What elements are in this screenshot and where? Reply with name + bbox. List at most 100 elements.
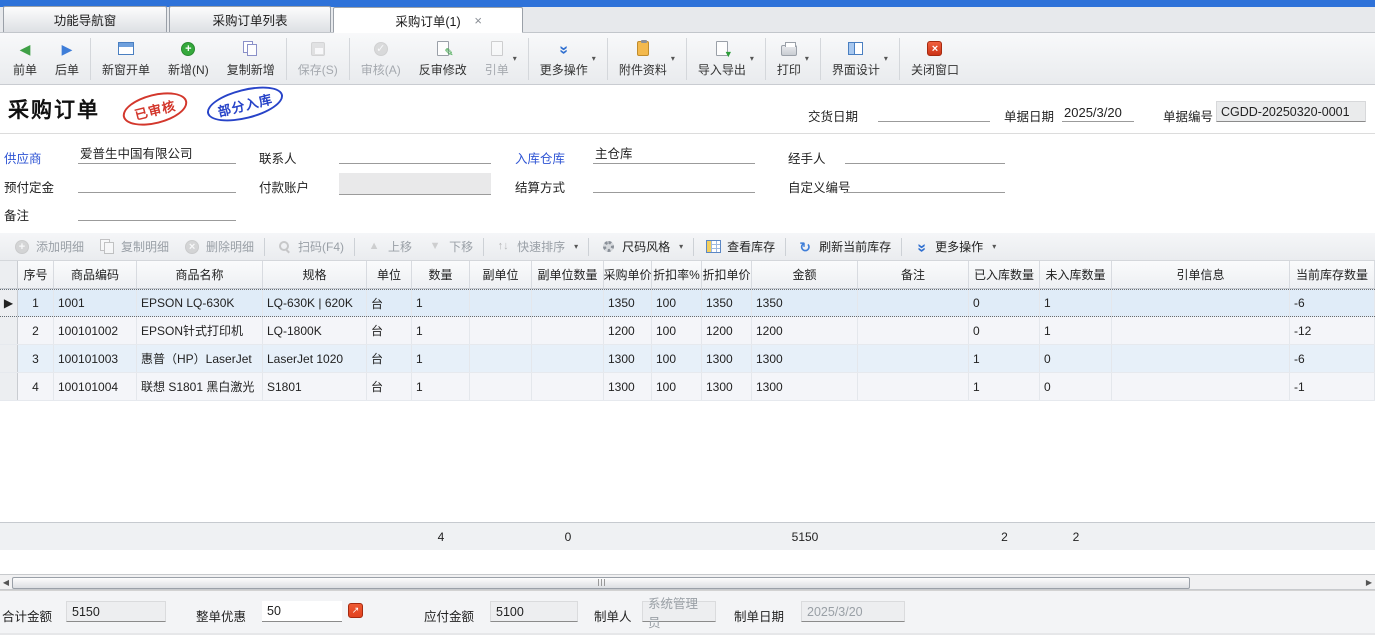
dropdown-caret-icon[interactable]: ▾ [574, 242, 578, 251]
column-header-discount_rate[interactable]: 折扣率% [652, 261, 702, 288]
supplier-input[interactable]: 爱普生中国有限公司 [78, 144, 236, 164]
table-row[interactable]: 2100101002EPSON针式打印机LQ-1800K台11200100120… [0, 317, 1375, 345]
current-row-marker[interactable]: ▶ [0, 290, 18, 316]
cell-qty[interactable]: 1 [412, 317, 470, 344]
move-up-button[interactable]: ▲上移 [358, 233, 419, 260]
settlement-input[interactable] [593, 173, 755, 193]
cell-stocked_qty[interactable]: 1 [969, 345, 1040, 372]
cell-price[interactable]: 1300 [604, 345, 652, 372]
cell-code[interactable]: 100101003 [54, 345, 137, 372]
column-header-unit[interactable]: 单位 [367, 261, 412, 288]
cell-subunit[interactable] [470, 317, 532, 344]
column-header-subunit_qty[interactable]: 副单位数量 [532, 261, 604, 288]
copy-add-button[interactable]: 复制新增 [218, 37, 284, 81]
column-header-seq[interactable]: 序号 [18, 261, 54, 288]
dropdown-caret-icon[interactable]: ▾ [805, 54, 809, 63]
cell-unit[interactable]: 台 [367, 290, 412, 316]
cell-discount_price[interactable]: 1300 [702, 373, 752, 400]
import-export-button[interactable]: ▼导入导出▾ [689, 37, 763, 81]
cell-unstocked_qty[interactable]: 0 [1040, 373, 1112, 400]
cell-price[interactable]: 1200 [604, 317, 652, 344]
cell-subunit_qty[interactable] [532, 317, 604, 344]
cell-spec[interactable]: LaserJet 1020 [263, 345, 367, 372]
handler-input[interactable] [845, 144, 1005, 164]
scrollbar-thumb[interactable] [12, 577, 1190, 589]
cell-code[interactable]: 100101002 [54, 317, 137, 344]
cell-seq[interactable]: 4 [18, 373, 54, 400]
cell-qty[interactable]: 1 [412, 290, 470, 316]
cell-qty[interactable]: 1 [412, 373, 470, 400]
cell-unstocked_qty[interactable]: 1 [1040, 317, 1112, 344]
more-detail-ops-button[interactable]: »更多操作▾ [905, 233, 1003, 260]
warehouse-input[interactable]: 主仓库 [593, 144, 755, 164]
size-style-button[interactable]: 尺码风格▾ [592, 233, 690, 260]
unaudit-edit-button[interactable]: ✎反审修改 [410, 37, 476, 81]
cell-discount_rate[interactable]: 100 [652, 345, 702, 372]
cell-remark[interactable] [858, 373, 969, 400]
new-window-open-button[interactable]: 新窗开单 [93, 37, 159, 81]
cell-name[interactable]: EPSON针式打印机 [137, 317, 263, 344]
cell-remark[interactable] [858, 290, 969, 316]
print-button[interactable]: 打印▾ [768, 37, 818, 81]
cell-stocked_qty[interactable]: 0 [969, 317, 1040, 344]
cell-qty[interactable]: 1 [412, 345, 470, 372]
column-header-ref_info[interactable]: 引单信息 [1112, 261, 1290, 288]
cell-subunit[interactable] [470, 345, 532, 372]
dropdown-caret-icon[interactable]: ▾ [679, 242, 683, 251]
cell-unstocked_qty[interactable]: 1 [1040, 290, 1112, 316]
cell-seq[interactable]: 3 [18, 345, 54, 372]
cell-subunit[interactable] [470, 373, 532, 400]
cell-discount_price[interactable]: 1200 [702, 317, 752, 344]
cell-seq[interactable]: 1 [18, 290, 54, 316]
scroll-right-arrow[interactable]: ▶ [1364, 577, 1374, 588]
add-detail-button[interactable]: +添加明细 [6, 233, 91, 260]
column-header-discount_price[interactable]: 折扣单价 [702, 261, 752, 288]
cell-discount_price[interactable]: 1300 [702, 345, 752, 372]
delete-detail-button[interactable]: ×删除明细 [176, 233, 261, 260]
cell-name[interactable]: 联想 S1801 黑白激光 [137, 373, 263, 400]
cell-discount_rate[interactable]: 100 [652, 373, 702, 400]
horizontal-scrollbar[interactable]: ◀ ▶ [0, 574, 1375, 590]
cell-ref_info[interactable] [1112, 317, 1290, 344]
more-ops-button[interactable]: »更多操作▾ [531, 37, 605, 81]
cell-unit[interactable]: 台 [367, 317, 412, 344]
cell-amount[interactable]: 1200 [752, 317, 858, 344]
tab-close-icon[interactable]: × [474, 14, 482, 27]
cell-seq[interactable]: 2 [18, 317, 54, 344]
cell-price[interactable]: 1350 [604, 290, 652, 316]
cell-name[interactable]: 惠普（HP）LaserJet [137, 345, 263, 372]
cell-spec[interactable]: S1801 [263, 373, 367, 400]
column-header-subunit[interactable]: 副单位 [470, 261, 532, 288]
cell-code[interactable]: 100101004 [54, 373, 137, 400]
move-down-button[interactable]: ▼下移 [419, 233, 480, 260]
remark-input[interactable] [78, 201, 236, 221]
column-header-code[interactable]: 商品编码 [54, 261, 137, 288]
audit-button[interactable]: ✓审核(A) [352, 37, 410, 81]
cell-code[interactable]: 1001 [54, 290, 137, 316]
cell-subunit_qty[interactable] [532, 345, 604, 372]
cell-spec[interactable]: LQ-630K | 620K [263, 290, 367, 316]
table-row[interactable]: 4100101004联想 S1801 黑白激光S1801台11300100130… [0, 373, 1375, 401]
quick-sort-button[interactable]: ↑↓快速排序▾ [487, 233, 585, 260]
save-button[interactable]: 保存(S) [289, 37, 347, 81]
cell-discount_rate[interactable]: 100 [652, 290, 702, 316]
row-marker[interactable] [0, 317, 18, 344]
add-new-button[interactable]: +新增(N) [159, 37, 218, 81]
tab-nav[interactable]: 功能导航窗 [3, 6, 167, 32]
tab-po[interactable]: 采购订单(1)× [333, 7, 523, 33]
refresh-stock-button[interactable]: ↻刷新当前库存 [789, 233, 898, 260]
contact-input[interactable] [339, 144, 491, 164]
column-header-amount[interactable]: 金额 [752, 261, 858, 288]
cell-discount_price[interactable]: 1350 [702, 290, 752, 316]
discount-action-button[interactable]: ↗ [348, 603, 363, 618]
cell-amount[interactable]: 1350 [752, 290, 858, 316]
deposit-input[interactable] [78, 173, 236, 193]
doc-date-input[interactable]: 2025/3/20 [1062, 102, 1134, 122]
cell-unit[interactable]: 台 [367, 345, 412, 372]
cell-amount[interactable]: 1300 [752, 345, 858, 372]
cell-stocked_qty[interactable]: 0 [969, 290, 1040, 316]
view-stock-button[interactable]: 查看库存 [697, 233, 782, 260]
cell-subunit[interactable] [470, 290, 532, 316]
dropdown-caret-icon[interactable]: ▾ [592, 54, 596, 63]
scroll-left-arrow[interactable]: ◀ [1, 577, 11, 588]
